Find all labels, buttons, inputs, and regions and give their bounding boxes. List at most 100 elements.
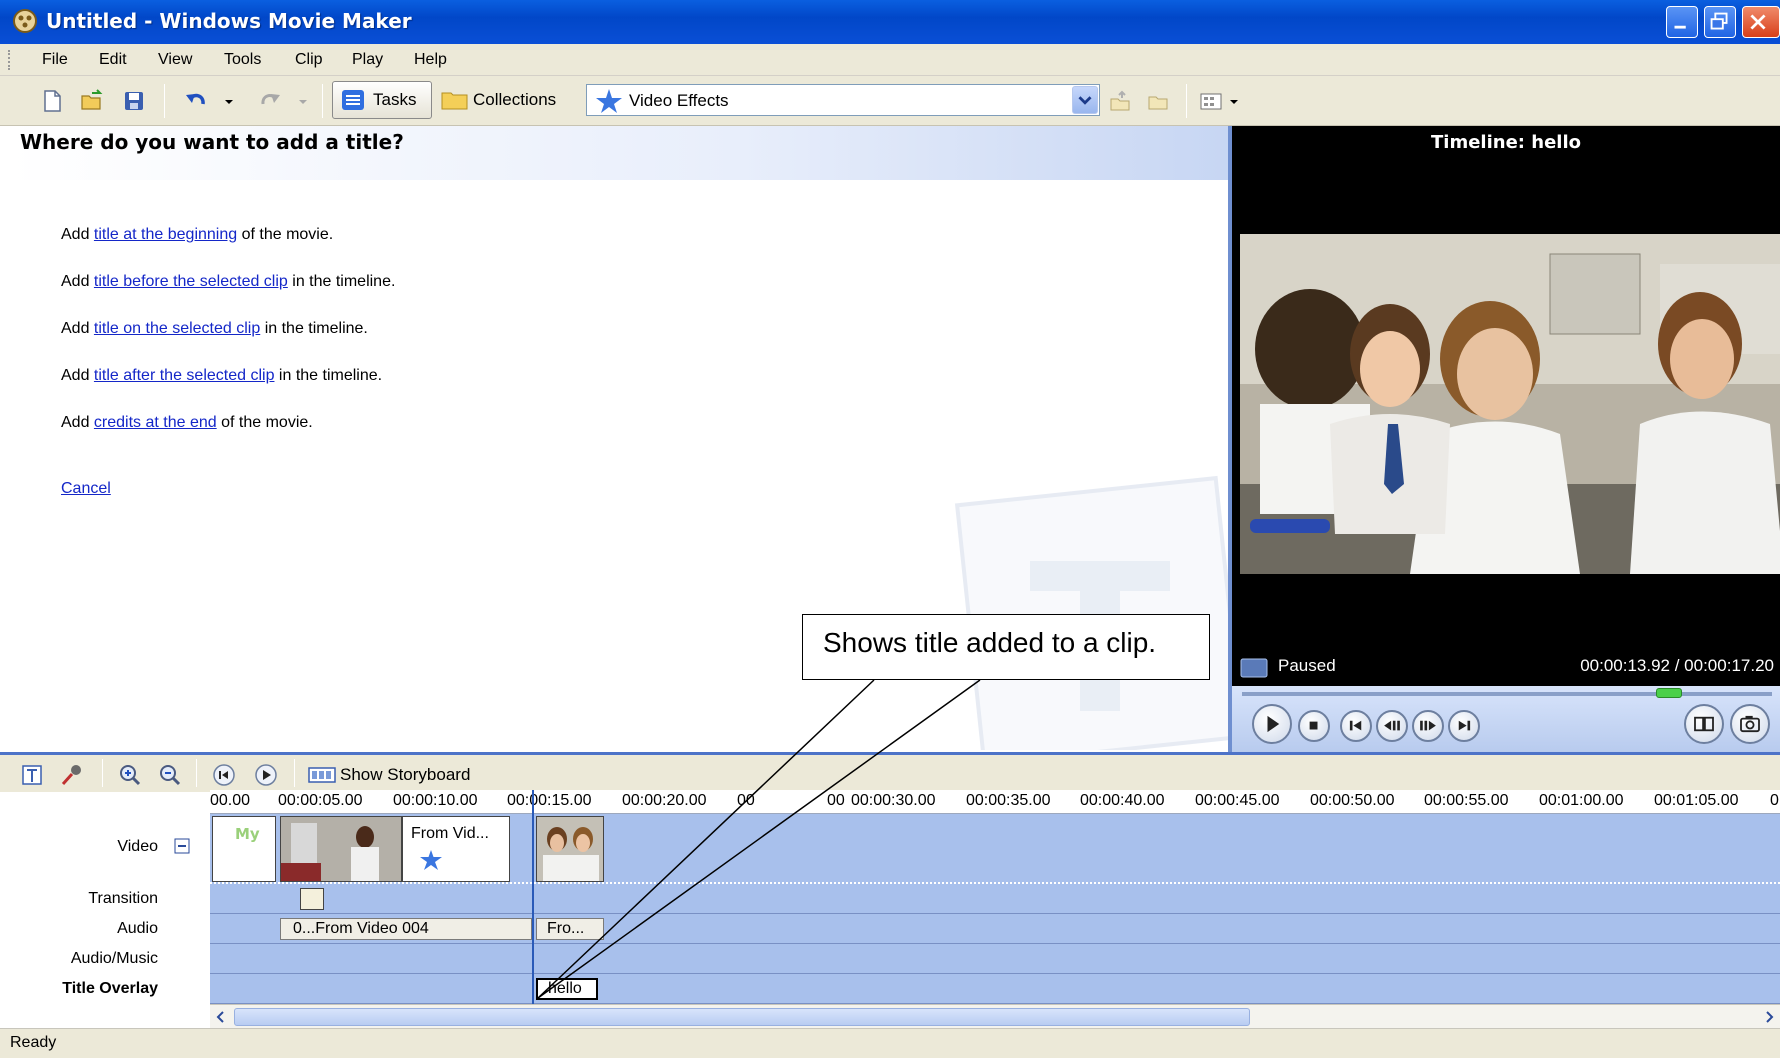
menu-play[interactable]: Play (352, 51, 383, 69)
title-overlay-lane[interactable] (210, 974, 1780, 1004)
classroom-video-frame (1240, 234, 1780, 574)
previous-button[interactable] (1340, 710, 1372, 742)
second-video-clip[interactable] (536, 816, 604, 882)
audio-clip-second-label: Fro... (547, 920, 585, 937)
take-picture-button[interactable] (1730, 704, 1770, 744)
views-dropdown-icon[interactable] (1228, 89, 1240, 113)
menu-edit[interactable]: Edit (99, 51, 127, 69)
timeline-tracks[interactable]: My From Vid... 0...From Video 004 Fro...… (210, 790, 1780, 1004)
set-audio-levels-icon[interactable] (20, 763, 44, 787)
views-icon[interactable] (1200, 89, 1226, 113)
from-video-clip[interactable]: From Vid... (402, 816, 510, 882)
title-watermark-icon (954, 475, 1228, 750)
option-suffix: of the movie. (216, 414, 313, 431)
from-video-label: From Vid... (411, 825, 489, 842)
link-credits-at-end[interactable]: credits at the end (94, 414, 217, 431)
rewind-timeline-icon[interactable] (212, 763, 236, 787)
frame-forward-icon (1420, 720, 1436, 731)
title-bar: Untitled - Windows Movie Maker (0, 0, 1780, 44)
task-pane-header: Where do you want to add a title? (10, 126, 1228, 180)
collection-dropdown[interactable]: Video Effects (586, 84, 1100, 116)
callout-text: Shows title added to a clip. (823, 627, 1157, 658)
clip-thumbnail-image (281, 817, 401, 881)
track-label-audio: Audio (117, 920, 158, 937)
stop-button[interactable] (1298, 710, 1330, 742)
title-overlay-clip[interactable]: hello (536, 978, 598, 1000)
transition-clip[interactable] (300, 888, 324, 910)
audio-clip[interactable]: 0...From Video 004 (280, 918, 532, 940)
next-button[interactable] (1448, 710, 1480, 742)
menu-tools[interactable]: Tools (224, 51, 261, 69)
save-project-icon[interactable] (122, 89, 146, 113)
narrate-timeline-icon[interactable] (60, 763, 84, 787)
transition-lane[interactable] (210, 884, 1780, 914)
scroll-thumb[interactable] (234, 1008, 1250, 1026)
option-title-after: Add title after the selected clip in the… (61, 367, 382, 385)
undo-icon[interactable] (184, 89, 208, 113)
scroll-right-icon[interactable] (1760, 1008, 1778, 1026)
menu-help[interactable]: Help (414, 51, 447, 69)
title-overlay-label: hello (548, 980, 582, 997)
collections-button[interactable]: Collections (432, 81, 570, 119)
timeline-ruler[interactable]: 00.00 00:00:05.00 00:00:10.00 00:00:15.0… (210, 790, 1780, 814)
menu-bar: File Edit View Tools Clip Play Help (0, 44, 1780, 76)
play-button[interactable] (1252, 704, 1292, 744)
menu-grip (8, 50, 11, 70)
redo-icon[interactable] (258, 89, 282, 113)
play-timeline-icon[interactable] (254, 763, 278, 787)
up-level-icon[interactable] (1108, 89, 1132, 113)
option-suffix: of the movie. (237, 226, 334, 243)
main-toolbar: Tasks Collections Video Effects (0, 76, 1780, 126)
collapse-video-icon[interactable] (174, 838, 190, 854)
restore-button[interactable] (1704, 6, 1736, 38)
playhead-indicator[interactable] (532, 790, 534, 1004)
toolbar-separator (322, 84, 323, 118)
playback-controls (1232, 686, 1780, 752)
option-prefix: Add (61, 414, 94, 431)
split-clip-button[interactable] (1684, 704, 1724, 744)
timeline-scrollbar[interactable] (210, 1004, 1780, 1028)
skip-forward-icon (1458, 720, 1471, 731)
seek-bar[interactable] (1242, 692, 1772, 696)
undo-dropdown-icon[interactable] (222, 89, 236, 113)
scroll-left-icon[interactable] (212, 1008, 230, 1026)
cancel-option: Cancel (61, 480, 111, 498)
playback-state: Paused (1278, 656, 1336, 675)
new-project-icon[interactable] (40, 89, 64, 113)
previous-frame-button[interactable] (1376, 710, 1408, 742)
video-clip-thumbnail[interactable] (280, 816, 402, 882)
redo-dropdown-icon[interactable] (296, 89, 310, 113)
link-title-before-clip[interactable]: title before the selected clip (94, 273, 288, 290)
new-folder-icon[interactable] (1146, 89, 1170, 113)
audio-clip-second[interactable]: Fro... (536, 918, 604, 940)
option-credits-end: Add credits at the end of the movie. (61, 414, 313, 432)
zoom-in-icon[interactable] (118, 763, 142, 787)
link-title-after-clip[interactable]: title after the selected clip (94, 367, 275, 384)
callout-box: Shows title added to a clip. (802, 614, 1210, 680)
frame-back-icon (1384, 720, 1400, 731)
tasks-button[interactable]: Tasks (332, 81, 432, 119)
link-title-at-beginning[interactable]: title at the beginning (94, 226, 237, 243)
ruler-tick-label: 00.00 (210, 792, 251, 809)
audio-music-lane[interactable] (210, 944, 1780, 974)
play-icon (1267, 715, 1280, 733)
title-card-clip[interactable]: My (212, 816, 276, 882)
ruler-tick-label: 00:00:55.00 (1424, 792, 1509, 809)
camera-icon (1740, 715, 1760, 733)
storyboard-icon[interactable] (308, 763, 336, 787)
ruler-tick-label: 0 (1770, 792, 1779, 809)
dropdown-arrow-button[interactable] (1072, 86, 1098, 114)
seek-thumb[interactable] (1656, 688, 1682, 698)
minimize-button[interactable] (1666, 6, 1698, 38)
next-frame-button[interactable] (1412, 710, 1444, 742)
restore-icon (1710, 12, 1728, 30)
menu-view[interactable]: View (158, 51, 192, 69)
show-storyboard-button[interactable]: Show Storyboard (340, 765, 470, 785)
open-project-icon[interactable] (80, 89, 104, 113)
zoom-out-icon[interactable] (158, 763, 182, 787)
close-button[interactable] (1742, 6, 1780, 38)
link-title-on-clip[interactable]: title on the selected clip (94, 320, 260, 337)
menu-file[interactable]: File (42, 51, 68, 69)
menu-clip[interactable]: Clip (295, 51, 323, 69)
cancel-link[interactable]: Cancel (61, 480, 111, 497)
